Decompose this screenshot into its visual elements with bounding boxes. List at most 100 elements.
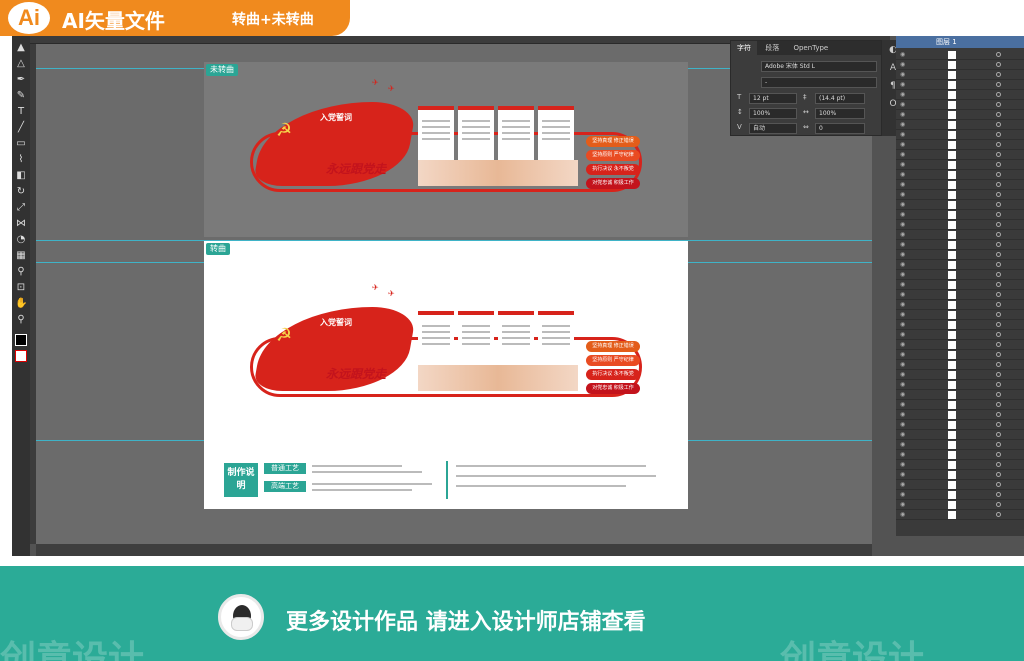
layer-sublayer-row[interactable]: ◉ xyxy=(896,460,1024,470)
promo-text[interactable]: 更多设计作品 请进入设计师店铺查看 xyxy=(286,604,646,636)
layer-sublayer-row[interactable]: ◉ xyxy=(896,290,1024,300)
layer-sublayer-row[interactable]: ◉ xyxy=(896,150,1024,160)
eye-icon[interactable]: ◉ xyxy=(900,351,905,359)
artboard-outlined[interactable]: 转曲 ☭ 入党誓词 永远跟党走 ✈ ✈ 坚持真理 修正错误 坚持原则 严守纪律 … xyxy=(204,241,688,509)
eye-icon[interactable]: ◉ xyxy=(900,361,905,369)
layer-sublayer-row[interactable]: ◉ xyxy=(896,120,1024,130)
artboard-icon[interactable]: ⊡ xyxy=(15,282,27,294)
eye-icon[interactable]: ◉ xyxy=(900,371,905,379)
target-circle-icon[interactable] xyxy=(996,52,1001,57)
target-circle-icon[interactable] xyxy=(996,302,1001,307)
target-circle-icon[interactable] xyxy=(996,352,1001,357)
designer-avatar[interactable] xyxy=(218,594,264,640)
layer-sublayer-row[interactable]: ◉ xyxy=(896,360,1024,370)
eye-icon[interactable]: ◉ xyxy=(900,401,905,409)
layer-sublayer-row[interactable]: ◉ xyxy=(896,250,1024,260)
layer-sublayer-row[interactable]: ◉ xyxy=(896,310,1024,320)
target-circle-icon[interactable] xyxy=(996,172,1001,177)
eye-icon[interactable]: ◉ xyxy=(900,221,905,229)
eye-icon[interactable]: ◉ xyxy=(900,481,905,489)
target-circle-icon[interactable] xyxy=(996,212,1001,217)
target-circle-icon[interactable] xyxy=(996,392,1001,397)
width-icon[interactable]: ⋈ xyxy=(15,218,27,230)
target-circle-icon[interactable] xyxy=(996,402,1001,407)
fill-color-icon[interactable] xyxy=(15,334,27,346)
target-circle-icon[interactable] xyxy=(996,312,1001,317)
target-circle-icon[interactable] xyxy=(996,492,1001,497)
target-circle-icon[interactable] xyxy=(996,202,1001,207)
eye-icon[interactable]: ◉ xyxy=(900,421,905,429)
layer-sublayer-row[interactable]: ◉ xyxy=(896,100,1024,110)
rectangle-icon[interactable]: ▭ xyxy=(15,138,27,150)
eye-icon[interactable]: ◉ xyxy=(900,161,905,169)
layer-sublayer-row[interactable]: ◉ xyxy=(896,450,1024,460)
pen-icon[interactable]: ✒ xyxy=(15,74,27,86)
layer-sublayer-row[interactable]: ◉ xyxy=(896,160,1024,170)
target-circle-icon[interactable] xyxy=(996,252,1001,257)
eye-icon[interactable]: ◉ xyxy=(900,261,905,269)
layer-sublayer-row[interactable]: ◉ xyxy=(896,60,1024,70)
eye-icon[interactable]: ◉ xyxy=(900,241,905,249)
layer-sublayer-row[interactable]: ◉ xyxy=(896,510,1024,520)
layer-sublayer-row[interactable]: ◉ xyxy=(896,320,1024,330)
eye-icon[interactable]: ◉ xyxy=(900,321,905,329)
type-icon[interactable]: T xyxy=(15,106,27,118)
tab-paragraph[interactable]: 段落 xyxy=(759,41,785,55)
target-circle-icon[interactable] xyxy=(996,152,1001,157)
eye-icon[interactable]: ◉ xyxy=(900,191,905,199)
layer-sublayer-row[interactable]: ◉ xyxy=(896,210,1024,220)
layer-sublayer-row[interactable]: ◉ xyxy=(896,480,1024,490)
target-circle-icon[interactable] xyxy=(996,282,1001,287)
target-circle-icon[interactable] xyxy=(996,182,1001,187)
scale-icon[interactable]: ⤢ xyxy=(15,202,27,214)
tab-opentype[interactable]: OpenType xyxy=(787,41,834,55)
eyedropper-icon[interactable]: ⚲ xyxy=(15,266,27,278)
target-circle-icon[interactable] xyxy=(996,322,1001,327)
layer-sublayer-row[interactable]: ◉ xyxy=(896,130,1024,140)
layer-sublayer-row[interactable]: ◉ xyxy=(896,350,1024,360)
eye-icon[interactable]: ◉ xyxy=(900,111,905,119)
target-circle-icon[interactable] xyxy=(996,62,1001,67)
eye-icon[interactable]: ◉ xyxy=(900,181,905,189)
font-style-select[interactable]: - xyxy=(761,77,877,88)
kerning-field[interactable]: 自动 xyxy=(749,123,797,134)
layer-sublayer-row[interactable]: ◉ xyxy=(896,170,1024,180)
eye-icon[interactable]: ◉ xyxy=(900,471,905,479)
eye-icon[interactable]: ◉ xyxy=(900,281,905,289)
layer-sublayer-row[interactable]: ◉ xyxy=(896,440,1024,450)
layer-sublayer-row[interactable]: ◉ xyxy=(896,190,1024,200)
target-circle-icon[interactable] xyxy=(996,112,1001,117)
target-circle-icon[interactable] xyxy=(996,512,1001,517)
target-circle-icon[interactable] xyxy=(996,292,1001,297)
direct-selection-icon[interactable]: △ xyxy=(15,58,27,70)
pencil-icon[interactable]: ✎ xyxy=(15,90,27,102)
target-circle-icon[interactable] xyxy=(996,122,1001,127)
layer-sublayer-row[interactable]: ◉ xyxy=(896,200,1024,210)
target-circle-icon[interactable] xyxy=(996,102,1001,107)
gradient-icon[interactable]: ▦ xyxy=(15,250,27,262)
layer-sublayer-row[interactable]: ◉ xyxy=(896,420,1024,430)
layer-sublayer-row[interactable]: ◉ xyxy=(896,400,1024,410)
layer-sublayer-row[interactable]: ◉ xyxy=(896,180,1024,190)
eye-icon[interactable]: ◉ xyxy=(900,71,905,79)
target-circle-icon[interactable] xyxy=(996,362,1001,367)
zoom-icon[interactable]: ⚲ xyxy=(15,314,27,326)
target-circle-icon[interactable] xyxy=(996,432,1001,437)
eye-icon[interactable]: ◉ xyxy=(900,201,905,209)
target-circle-icon[interactable] xyxy=(996,462,1001,467)
eye-icon[interactable]: ◉ xyxy=(900,171,905,179)
layer-sublayer-row[interactable]: ◉ xyxy=(896,430,1024,440)
layer-sublayer-row[interactable]: ◉ xyxy=(896,230,1024,240)
layer-row-active[interactable]: 图层 1 xyxy=(896,36,1024,48)
eye-icon[interactable]: ◉ xyxy=(900,211,905,219)
eye-icon[interactable]: ◉ xyxy=(900,331,905,339)
eye-icon[interactable]: ◉ xyxy=(900,431,905,439)
font-size-field[interactable]: 12 pt xyxy=(749,93,797,104)
eye-icon[interactable]: ◉ xyxy=(900,291,905,299)
target-circle-icon[interactable] xyxy=(996,72,1001,77)
layer-sublayer-row[interactable]: ◉ xyxy=(896,90,1024,100)
layer-sublayer-row[interactable]: ◉ xyxy=(896,330,1024,340)
eye-icon[interactable]: ◉ xyxy=(900,121,905,129)
target-circle-icon[interactable] xyxy=(996,222,1001,227)
target-circle-icon[interactable] xyxy=(996,242,1001,247)
